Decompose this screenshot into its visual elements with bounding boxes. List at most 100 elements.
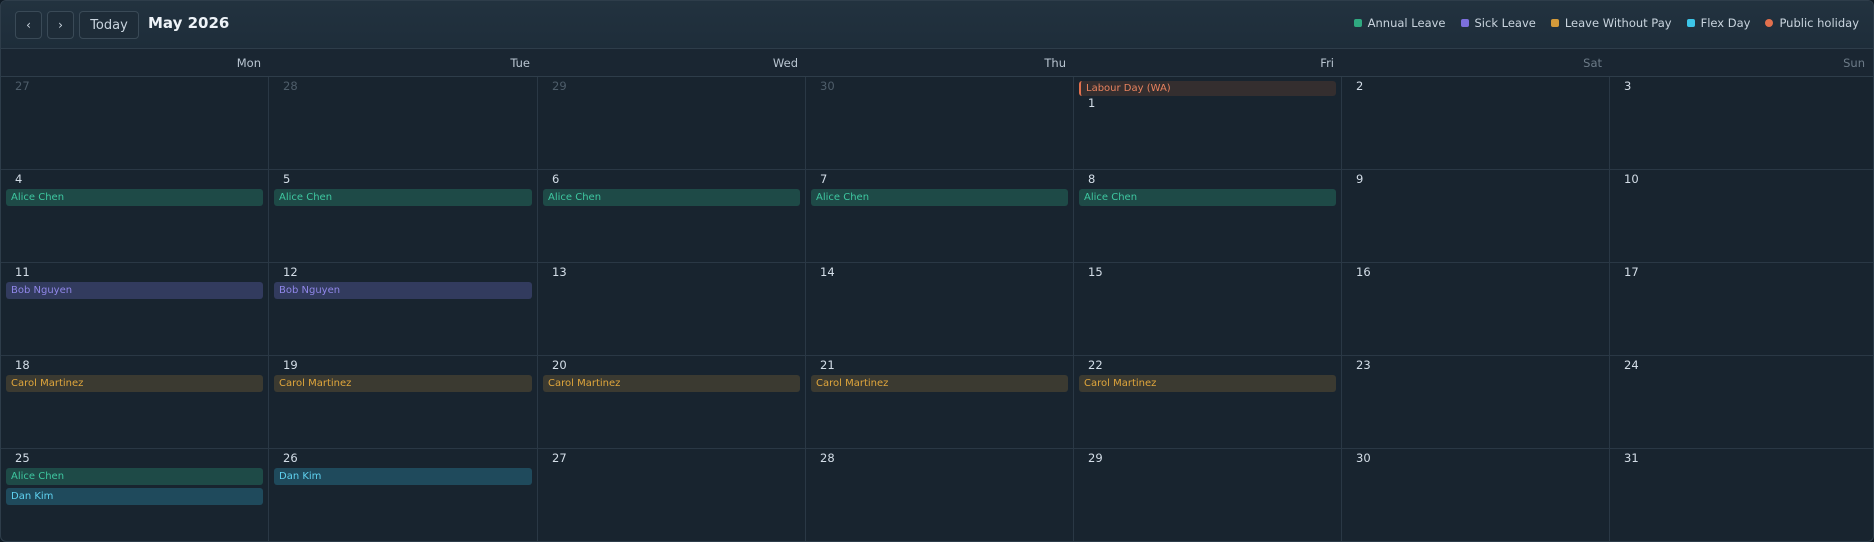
day-number: 29 bbox=[552, 79, 567, 93]
legend-item: Sick Leave bbox=[1460, 16, 1536, 30]
day-number: 18 bbox=[15, 358, 30, 372]
leave-event[interactable]: Carol Martinez bbox=[1079, 375, 1336, 392]
day-number: 28 bbox=[283, 79, 298, 93]
day-cell[interactable]: 21 Carol Martinez bbox=[806, 356, 1074, 449]
day-number: 30 bbox=[1356, 451, 1371, 465]
next-month-button[interactable]: › bbox=[47, 11, 74, 39]
day-number: 19 bbox=[283, 358, 298, 372]
weekday-label-sun: Sun bbox=[1843, 56, 1865, 70]
day-cell[interactable]: 7 Alice Chen bbox=[806, 170, 1074, 263]
day-number: 2 bbox=[1356, 79, 1364, 93]
leave-event[interactable]: Alice Chen bbox=[6, 189, 263, 206]
prev-month-button[interactable]: ‹ bbox=[15, 11, 42, 39]
legend: Annual Leave Sick Leave Leave Without Pay F… bbox=[1353, 16, 1859, 30]
legend-swatch-icon bbox=[1353, 19, 1362, 27]
today-button[interactable]: Today bbox=[79, 11, 139, 39]
day-number: 14 bbox=[820, 265, 835, 279]
legend-swatch-icon bbox=[1550, 19, 1559, 27]
weekday-label-sat: Sat bbox=[1583, 56, 1602, 70]
day-number: 30 bbox=[820, 79, 835, 93]
day-cell[interactable]: 5 Alice Chen bbox=[269, 170, 538, 263]
day-cell[interactable]: 22 Carol Martinez bbox=[1074, 356, 1342, 449]
day-cell[interactable]: 20 Carol Martinez bbox=[538, 356, 806, 449]
leave-event[interactable]: Alice Chen bbox=[543, 189, 800, 206]
leave-event[interactable]: Dan Kim bbox=[274, 468, 532, 485]
month-grid: 27 28 29 30 Labour Day (WA) 1 2 3 4 Alice Chen 5 Al… bbox=[1, 77, 1873, 541]
leave-event[interactable]: Carol Martinez bbox=[811, 375, 1068, 392]
day-cell[interactable]: 8 Alice Chen bbox=[1074, 170, 1342, 263]
leave-event[interactable]: Carol Martinez bbox=[274, 375, 532, 392]
leave-calendar: ‹ › Today May 2026 Annual Leave Sick Leav… bbox=[0, 0, 1874, 542]
day-cell[interactable]: 2 bbox=[1342, 77, 1610, 170]
weekday-header: Mon Tue Wed Thu Fri Sat Sun bbox=[1, 49, 1873, 77]
day-number: 26 bbox=[283, 451, 298, 465]
day-cell[interactable]: 4 Alice Chen bbox=[1, 170, 269, 263]
day-cell[interactable]: 29 bbox=[538, 77, 806, 170]
day-cell[interactable]: 13 bbox=[538, 263, 806, 356]
day-cell[interactable]: 24 bbox=[1610, 356, 1873, 449]
legend-item: Public holiday bbox=[1765, 16, 1859, 30]
leave-event[interactable]: Alice Chen bbox=[6, 468, 263, 485]
legend-swatch-icon bbox=[1460, 19, 1469, 27]
day-cell[interactable]: 23 bbox=[1342, 356, 1610, 449]
day-cell[interactable]: 16 bbox=[1342, 263, 1610, 356]
day-cell[interactable]: 26 Dan Kim bbox=[269, 449, 538, 541]
legend-item: Flex Day bbox=[1686, 16, 1750, 30]
day-cell[interactable]: 9 bbox=[1342, 170, 1610, 263]
day-number: 23 bbox=[1356, 358, 1371, 372]
weekday-label-fri: Fri bbox=[1320, 56, 1334, 70]
day-number: 4 bbox=[15, 172, 23, 186]
day-cell[interactable]: 28 bbox=[269, 77, 538, 170]
weekday-label-tue: Tue bbox=[510, 56, 530, 70]
day-cell[interactable]: 25 Alice Chen Dan Kim bbox=[1, 449, 269, 541]
legend-item: Leave Without Pay bbox=[1550, 16, 1672, 30]
legend-label: Leave Without Pay bbox=[1564, 16, 1672, 30]
leave-event[interactable]: Alice Chen bbox=[1079, 189, 1336, 206]
weekday-label-wed: Wed bbox=[772, 56, 798, 70]
calendar-title: May 2026 bbox=[148, 14, 230, 32]
legend-swatch-icon bbox=[1765, 19, 1774, 27]
day-number: 16 bbox=[1356, 265, 1371, 279]
leave-event[interactable]: Bob Nguyen bbox=[274, 282, 532, 299]
day-cell[interactable]: 10 bbox=[1610, 170, 1873, 263]
public-holiday-event[interactable]: Labour Day (WA) bbox=[1079, 81, 1336, 96]
legend-label: Annual Leave bbox=[1367, 16, 1446, 30]
day-number: 3 bbox=[1624, 79, 1632, 93]
day-cell[interactable]: 15 bbox=[1074, 263, 1342, 356]
day-number: 1 bbox=[1088, 96, 1096, 110]
day-cell[interactable]: 19 Carol Martinez bbox=[269, 356, 538, 449]
day-cell[interactable]: 28 bbox=[806, 449, 1074, 541]
day-cell[interactable]: 31 bbox=[1610, 449, 1873, 541]
day-cell[interactable]: 27 bbox=[538, 449, 806, 541]
day-number: 6 bbox=[552, 172, 560, 186]
day-cell[interactable]: 14 bbox=[806, 263, 1074, 356]
day-number: 17 bbox=[1624, 265, 1639, 279]
day-cell[interactable]: 27 bbox=[1, 77, 269, 170]
legend-item: Annual Leave bbox=[1353, 16, 1446, 30]
legend-swatch-icon bbox=[1686, 19, 1695, 27]
leave-event[interactable]: Carol Martinez bbox=[6, 375, 263, 392]
day-number: 29 bbox=[1088, 451, 1103, 465]
day-cell[interactable]: 17 bbox=[1610, 263, 1873, 356]
day-number: 9 bbox=[1356, 172, 1364, 186]
leave-event[interactable]: Alice Chen bbox=[811, 189, 1068, 206]
day-cell[interactable]: 30 bbox=[1342, 449, 1610, 541]
day-number: 7 bbox=[820, 172, 828, 186]
day-cell[interactable]: 18 Carol Martinez bbox=[1, 356, 269, 449]
day-cell[interactable]: 6 Alice Chen bbox=[538, 170, 806, 263]
day-cell[interactable]: 12 Bob Nguyen bbox=[269, 263, 538, 356]
leave-event[interactable]: Alice Chen bbox=[274, 189, 532, 206]
leave-event[interactable]: Carol Martinez bbox=[543, 375, 800, 392]
day-cell[interactable]: 11 Bob Nguyen bbox=[1, 263, 269, 356]
calendar-toolbar: ‹ › Today May 2026 Annual Leave Sick Leav… bbox=[1, 1, 1873, 49]
leave-event[interactable]: Bob Nguyen bbox=[6, 282, 263, 299]
legend-label: Public holiday bbox=[1779, 16, 1859, 30]
day-cell[interactable]: 29 bbox=[1074, 449, 1342, 541]
leave-event[interactable]: Dan Kim bbox=[6, 488, 263, 505]
day-number: 15 bbox=[1088, 265, 1103, 279]
day-cell[interactable]: Labour Day (WA) 1 bbox=[1074, 77, 1342, 170]
day-cell[interactable]: 30 bbox=[806, 77, 1074, 170]
day-cell[interactable]: 3 bbox=[1610, 77, 1873, 170]
day-number: 27 bbox=[552, 451, 567, 465]
day-number: 10 bbox=[1624, 172, 1639, 186]
